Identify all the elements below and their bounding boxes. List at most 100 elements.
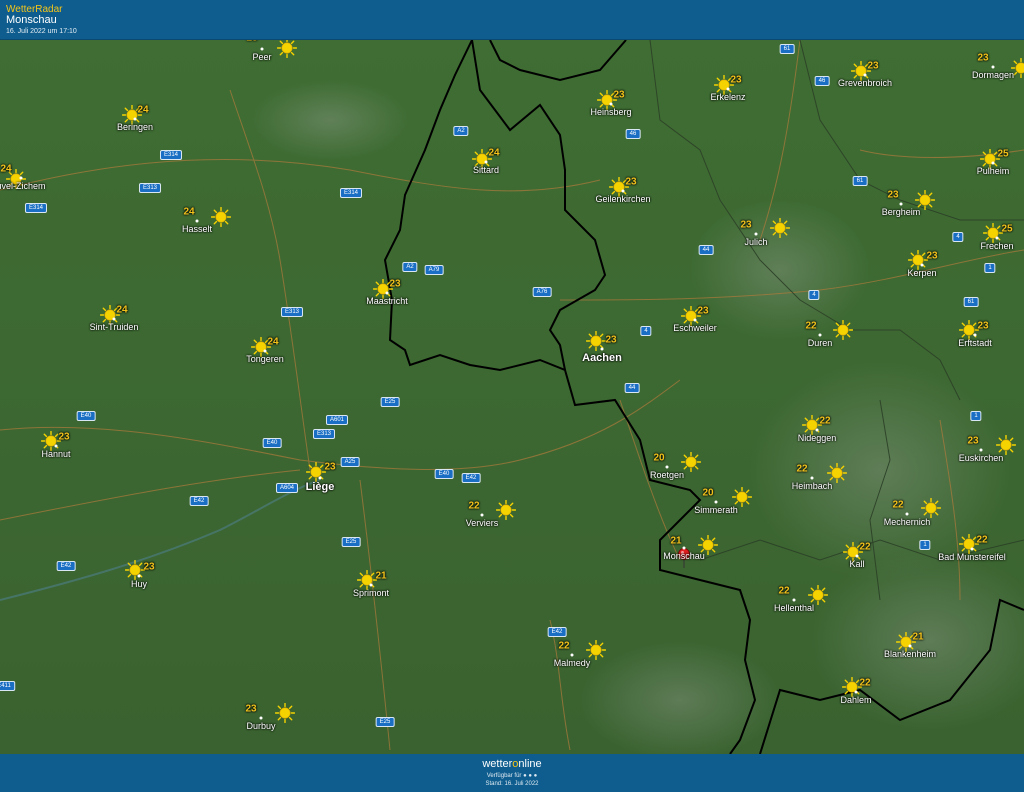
city-label[interactable]: Dormagen [972,70,1014,80]
road-badge: E42 [461,473,481,483]
city-dot [908,644,912,648]
city-temperature: 24 [0,163,12,175]
road-badge: E25 [375,717,395,727]
road-badge: E25 [380,397,400,407]
city-dot [263,349,267,353]
city-label[interactable]: Bergheim [882,207,921,217]
road-badge: A604 [275,483,299,493]
city-label[interactable]: Aachen [582,352,622,364]
city-temperature: 22 [778,585,790,597]
city-label[interactable]: Euskirchen [959,453,1004,463]
city-dot [970,547,974,551]
city-temperature: 23 [740,219,752,231]
city-label[interactable]: Huy [131,579,147,589]
app-footer: wetteronline Verfügbar für ● ● ● Stand: … [0,754,1024,792]
weather-map[interactable]: 23 Peer 24 Beringen 23 Heinsberg 23 Erkelenz 23 G… [0,40,1024,754]
road-badge: E42 [189,496,209,506]
city-dot [54,444,58,448]
city-dot [259,716,263,720]
city-label[interactable]: Heimbach [792,481,833,491]
city-label[interactable]: Hellenthal [774,603,814,613]
city-label[interactable]: Geilenkirchen [595,194,650,204]
city-temperature: 23 [246,40,257,44]
city-label[interactable]: Roetgen [650,470,684,480]
city-dot [810,476,814,480]
city-temperature: 25 [1001,223,1013,235]
city-temperature: 24 [116,304,128,316]
city-label[interactable]: Eschweiler [673,323,717,333]
availability-text: Verfügbar für ● ● ● [486,773,538,779]
city-label[interactable]: Sint-Truiden [90,322,139,332]
city-label[interactable]: Malmedy [554,658,591,668]
city-label[interactable]: Tongeren [246,354,284,364]
city-dot [995,236,999,240]
city-label[interactable]: Duren [808,338,833,348]
city-temperature: 23 [58,431,70,443]
city-label[interactable]: Durbuy [246,721,275,731]
city-dot [792,598,796,602]
city-label[interactable]: Sprimont [353,588,389,598]
city-label[interactable]: Erftstadt [958,338,992,348]
city-label[interactable]: Bad Munstereifel [938,552,1006,562]
city-label[interactable]: Erkelenz [710,92,745,102]
city-dot [973,333,977,337]
road-badge: 44 [698,245,714,255]
city-label[interactable]: Verviers [466,518,499,528]
city-dot [991,161,995,165]
city-temperature: 23 [867,60,879,72]
city-label[interactable]: Hasselt [182,224,212,234]
city-dot [137,574,141,578]
road-badge: A76 [532,287,552,297]
road-badge: E314 [24,203,48,213]
map-background [0,40,1024,754]
road-badge: 1 [970,411,982,421]
city-temperature: 24 [267,336,279,348]
city-temperature: 22 [892,499,904,511]
city-label[interactable]: Heinsberg [590,107,631,117]
city-temperature: 23 [887,189,899,201]
city-dot [621,189,625,193]
city-label[interactable]: Dahlem [840,695,871,705]
timestamp: 16. Juli 2022 um 17:10 [6,28,77,35]
city-label[interactable]: Simmerath [694,505,738,515]
city-temperature: 23 [625,176,637,188]
city-label[interactable]: Peer [252,52,271,62]
city-label[interactable]: Beringen [117,122,153,132]
road-badge: E42 [56,561,76,571]
city-label[interactable]: Hannut [41,449,70,459]
city-label[interactable]: Mechernich [884,517,931,527]
city-label[interactable]: Kall [849,559,864,569]
city-temperature: 25 [997,148,1009,160]
city-temperature: 24 [488,147,500,159]
city-label[interactable]: Grevenbroich [838,78,892,88]
city-dot [369,583,373,587]
city-temperature: 22 [558,640,570,652]
city-temperature: 23 [245,703,257,715]
city-label[interactable]: Pulheim [977,166,1010,176]
city-temperature: 21 [670,535,682,547]
city-label[interactable]: Julich [744,237,767,247]
city-temperature: 23 [605,334,617,346]
city-label[interactable]: Blankenheim [884,649,936,659]
road-badge: E314 [159,150,183,160]
city-dot [112,317,116,321]
app-header: WetterRadar Monschau 16. Juli 2022 um 17… [0,0,1024,40]
city-temperature: 24 [183,206,195,218]
city-label[interactable]: Frechen [980,241,1013,251]
road-badge: A2 [453,126,469,136]
road-badge: A2 [402,262,418,272]
city-dot [385,291,389,295]
city-label[interactable]: Nideggen [798,433,837,443]
city-label[interactable]: Kerpen [907,268,936,278]
city-label[interactable]: uvel-Zichem [0,181,46,191]
road-badge: 44 [624,383,640,393]
city-label[interactable]: Liège [306,481,335,493]
city-temperature: 23 [613,89,625,101]
city-dot [854,690,858,694]
city-label[interactable]: Sittard [473,165,499,175]
city-label[interactable]: Maastricht [366,296,408,306]
city-temperature: 22 [805,320,817,332]
road-badge: E40 [76,411,96,421]
city-temperature: 22 [859,541,871,553]
city-label[interactable]: Monschau [663,551,705,561]
